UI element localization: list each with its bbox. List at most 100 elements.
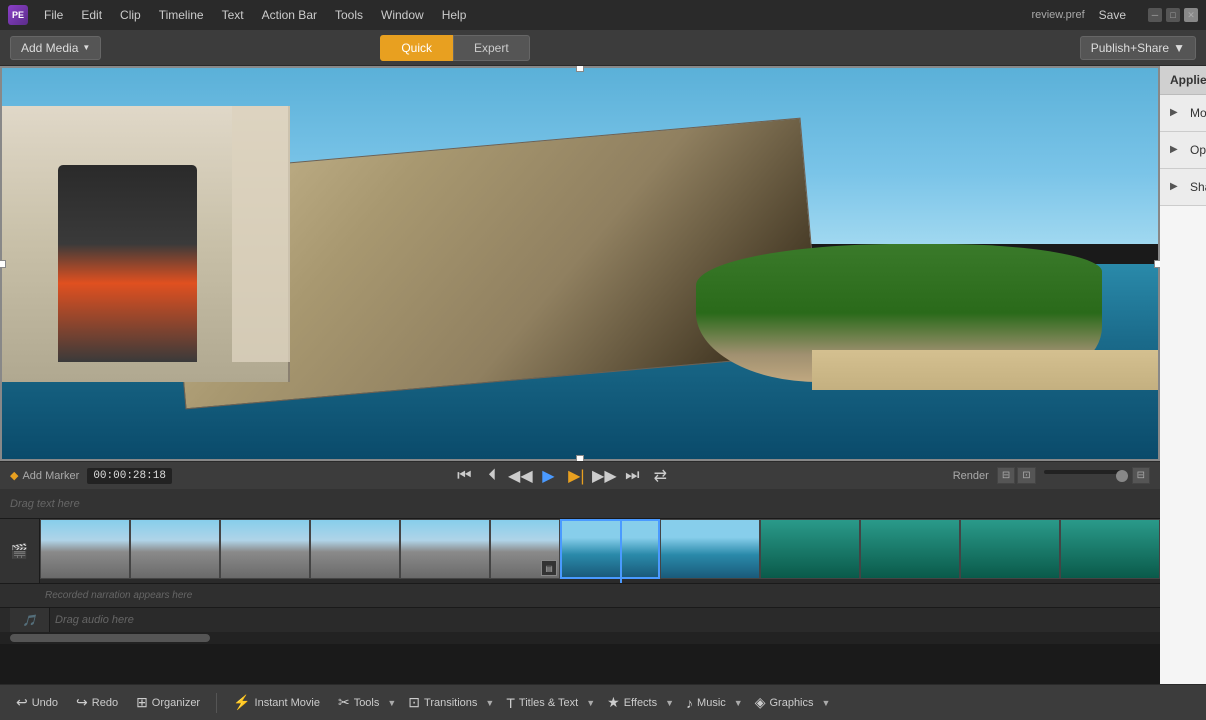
view-timeline-button[interactable]: ⊟	[997, 467, 1015, 484]
quick-mode-button[interactable]: Quick	[380, 35, 453, 61]
separator-1	[216, 693, 217, 713]
organizer-label: Organizer	[152, 697, 200, 709]
add-marker-button[interactable]: ◆ Add Marker	[10, 469, 79, 482]
clip-7-selected[interactable]	[560, 519, 660, 579]
shadow-highlight-effect-row[interactable]: ▶ Shadow/Highlight 👁 ↺ ✕	[1160, 169, 1206, 206]
transitions-button[interactable]: ⊡ Transitions	[402, 690, 483, 715]
menu-edit[interactable]: Edit	[73, 6, 110, 24]
close-button[interactable]: ✕	[1184, 8, 1198, 22]
redo-icon: ↪	[76, 694, 88, 711]
effects-arrow-button[interactable]: ▼	[665, 698, 674, 708]
publish-arrow-icon: ▼	[1173, 41, 1185, 55]
step-forward-button[interactable]: ▶▶	[592, 464, 616, 488]
mode-buttons: Quick Expert	[380, 35, 529, 61]
tools-group: ✂ Tools ▼	[332, 690, 396, 715]
file-name: review.pref	[1031, 9, 1084, 21]
play-button[interactable]: ▶	[536, 464, 560, 488]
effects-panel: Applied Effects » ▶ Motion 👁 ↺ ✕ ▶ Opaci…	[1160, 66, 1206, 684]
video-track-content: ▤	[40, 519, 1160, 583]
skip-to-end-button[interactable]: ⏭	[620, 464, 644, 488]
clip-2[interactable]	[130, 519, 220, 579]
clip-12[interactable]	[1060, 519, 1160, 579]
titles-text-group: T Titles & Text ▼	[500, 691, 595, 715]
expert-mode-button[interactable]: Expert	[453, 35, 530, 61]
menu-bar: File Edit Clip Timeline Text Action Bar …	[36, 6, 1023, 24]
clip-6[interactable]: ▤	[490, 519, 560, 579]
effects-group: ★ Effects ▼	[601, 690, 674, 715]
menu-text[interactable]: Text	[214, 6, 252, 24]
tools-arrow-button[interactable]: ▼	[387, 698, 396, 708]
graphics-arrow-button[interactable]: ▼	[822, 698, 831, 708]
menu-file[interactable]: File	[36, 6, 71, 24]
window-controls: ─ □ ✕	[1148, 8, 1198, 22]
loop-button[interactable]: ⇄	[648, 464, 672, 488]
opacity-expand-icon: ▶	[1170, 144, 1182, 156]
shadow-effect-label: Shadow/Highlight	[1190, 180, 1206, 194]
motion-expand-icon: ▶	[1170, 107, 1182, 119]
add-media-button[interactable]: Add Media ▼	[10, 36, 101, 60]
clip-3[interactable]	[220, 519, 310, 579]
instant-movie-label: Instant Movie	[255, 697, 320, 709]
drag-text-track: Drag text here	[0, 489, 1160, 519]
clip-9[interactable]	[760, 519, 860, 579]
menu-window[interactable]: Window	[373, 6, 432, 24]
undo-button[interactable]: ↩ Undo	[10, 690, 64, 715]
panel-toggle-button[interactable]: ⊟	[1132, 467, 1150, 484]
publish-label: Publish+Share	[1091, 41, 1169, 55]
render-button[interactable]: Render	[953, 470, 989, 482]
view-fullscreen-button[interactable]: ⊡	[1017, 467, 1035, 484]
music-arrow-button[interactable]: ▼	[734, 698, 743, 708]
add-media-label: Add Media	[21, 41, 78, 55]
graphics-button[interactable]: ◈ Graphics	[749, 690, 820, 715]
instant-movie-button[interactable]: ⚡ Instant Movie	[227, 690, 326, 715]
transitions-label: Transitions	[424, 697, 477, 709]
motion-effect-row[interactable]: ▶ Motion 👁 ↺ ✕	[1160, 95, 1206, 132]
titles-text-arrow-button[interactable]: ▼	[586, 698, 595, 708]
save-button[interactable]: Save	[1093, 6, 1132, 24]
clip-11[interactable]	[960, 519, 1060, 579]
opacity-effect-row[interactable]: ▶ Opacity 👁 ↺ ✕	[1160, 132, 1206, 169]
tools-icon: ✂	[338, 694, 350, 711]
undo-icon: ↩	[16, 694, 28, 711]
redo-label: Redo	[92, 697, 118, 709]
menu-tools[interactable]: Tools	[327, 6, 371, 24]
music-button[interactable]: ♪ Music	[680, 691, 732, 715]
prev-frame-button[interactable]: ⏴	[480, 464, 504, 488]
effects-label: Effects	[624, 697, 657, 709]
effects-button[interactable]: ★ Effects	[601, 690, 663, 715]
app-icon: PE	[8, 5, 28, 25]
tools-button[interactable]: ✂ Tools	[332, 690, 385, 715]
playhead	[620, 519, 622, 583]
effects-panel-header: Applied Effects »	[1160, 66, 1206, 95]
scrollbar-thumb[interactable]	[10, 634, 210, 642]
maximize-button[interactable]: □	[1166, 8, 1180, 22]
titles-text-button[interactable]: T Titles & Text	[500, 691, 584, 715]
audio-label: Drag audio here	[55, 614, 134, 626]
clip-5[interactable]	[400, 519, 490, 579]
publish-share-button[interactable]: Publish+Share ▼	[1080, 36, 1196, 60]
organizer-button[interactable]: ⊞ Organizer	[130, 690, 206, 715]
clip-8[interactable]	[660, 519, 760, 579]
menu-timeline[interactable]: Timeline	[151, 6, 212, 24]
menu-action-bar[interactable]: Action Bar	[254, 6, 325, 24]
progress-thumb[interactable]	[1116, 470, 1128, 482]
menu-help[interactable]: Help	[434, 6, 475, 24]
minimize-button[interactable]: ─	[1148, 8, 1162, 22]
video-track: 🎬 ▤	[0, 519, 1160, 584]
narration-label: Recorded narration appears here	[45, 590, 192, 601]
marker-diamond-icon: ◆	[10, 469, 18, 482]
clip-4[interactable]	[310, 519, 400, 579]
clip-1[interactable]	[40, 519, 130, 579]
skip-to-start-button[interactable]: ⏮	[452, 464, 476, 488]
play-pause-button[interactable]: ▶|	[564, 464, 588, 488]
motion-effect-label: Motion	[1190, 106, 1206, 120]
bottom-toolbar: ↩ Undo ↪ Redo ⊞ Organizer ⚡ Instant Movi…	[0, 684, 1206, 720]
titles-text-label: Titles & Text	[519, 697, 578, 709]
clip-10[interactable]	[860, 519, 960, 579]
step-back-button[interactable]: ◀◀	[508, 464, 532, 488]
transitions-arrow-button[interactable]: ▼	[485, 698, 494, 708]
menu-clip[interactable]: Clip	[112, 6, 149, 24]
redo-button[interactable]: ↪ Redo	[70, 690, 124, 715]
effects-bottom-icon: ★	[607, 694, 620, 711]
preview-area: ◆ Add Marker 00:00:28:18 ⏮ ⏴ ◀◀ ▶ ▶| ▶▶ …	[0, 66, 1160, 684]
